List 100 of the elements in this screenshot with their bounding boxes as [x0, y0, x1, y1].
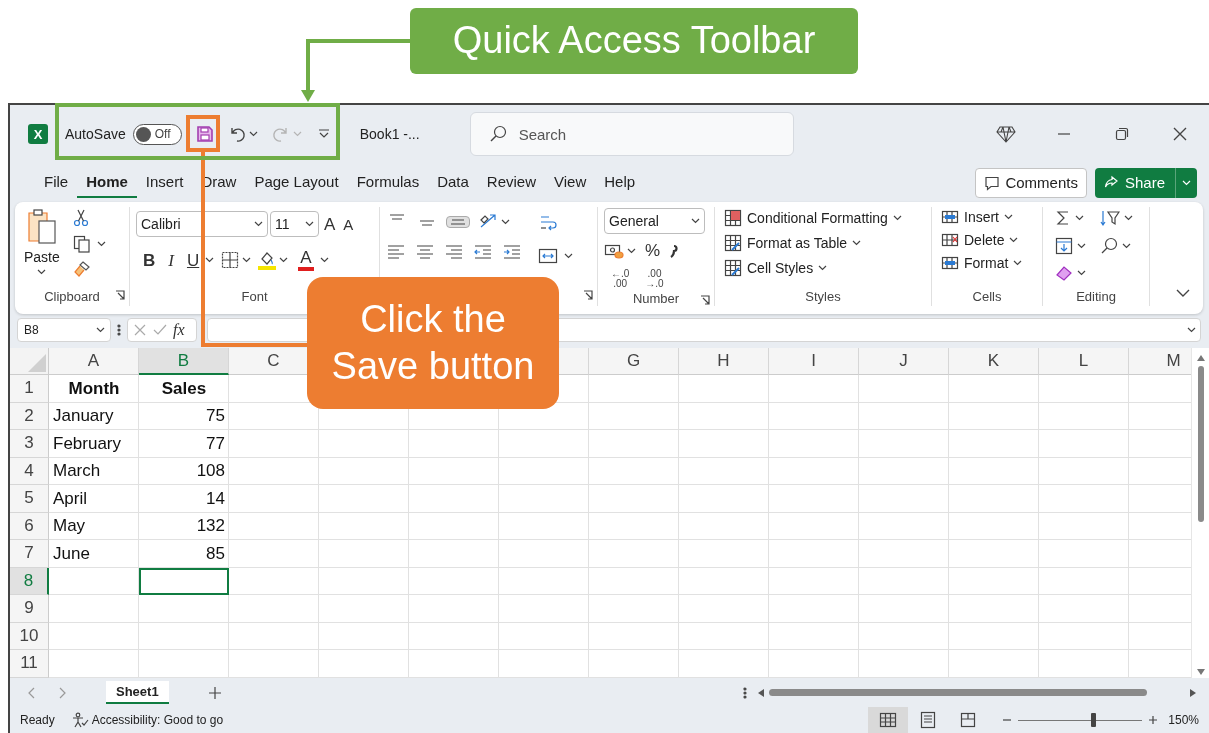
row-header[interactable]: 3	[10, 430, 49, 458]
scissors-icon[interactable]	[72, 209, 89, 227]
merge-icon[interactable]	[538, 247, 558, 265]
increase-decimal-button[interactable]: ←.0 .00	[608, 267, 633, 291]
dialog-launcher-icon[interactable]	[583, 290, 593, 300]
cells-command-button[interactable]: Format	[938, 253, 1026, 273]
caret-icon[interactable]	[1122, 243, 1131, 249]
borders-icon[interactable]	[221, 251, 240, 269]
number-format-dropdown[interactable]: General	[604, 208, 705, 234]
caret-icon[interactable]	[37, 269, 47, 275]
column-header[interactable]: H	[679, 348, 769, 375]
more-options-icon[interactable]	[743, 685, 747, 700]
column-header[interactable]: M	[1129, 348, 1191, 375]
row-header[interactable]: 7	[10, 540, 49, 568]
menu-tab[interactable]: Page Layout	[245, 167, 348, 198]
decrease-decimal-button[interactable]: .00 →.0	[642, 267, 667, 291]
customize-icon[interactable]	[317, 128, 330, 140]
save-icon[interactable]	[195, 125, 214, 143]
accessibility-icon[interactable]	[70, 712, 89, 728]
scroll-left-icon[interactable]	[757, 687, 765, 698]
menu-tab[interactable]: File	[35, 167, 78, 198]
caret-icon[interactable]	[319, 257, 329, 263]
row-header[interactable]: 9	[10, 595, 49, 623]
dialog-launcher-icon[interactable]	[115, 290, 125, 300]
menu-tab[interactable]: Review	[477, 167, 546, 198]
eraser-icon[interactable]	[1055, 265, 1073, 281]
fill-color-icon[interactable]	[258, 250, 277, 270]
caret-icon[interactable]	[205, 257, 215, 263]
menu-tab[interactable]: Help	[595, 167, 645, 198]
italic-button[interactable]: I	[165, 249, 177, 271]
column-header[interactable]: K	[949, 348, 1039, 375]
caret-icon[interactable]	[242, 257, 252, 263]
restore-icon[interactable]	[1115, 127, 1129, 141]
column-header[interactable]: B	[139, 348, 229, 375]
share-button[interactable]: Share	[1094, 167, 1197, 198]
caret-icon[interactable]	[1077, 270, 1086, 276]
style-command-button[interactable]: Format as Table	[721, 232, 865, 254]
menu-tab[interactable]: Insert	[136, 167, 193, 198]
row-header[interactable]: 10	[10, 622, 49, 650]
caret-icon[interactable]	[564, 253, 573, 259]
caret-icon[interactable]	[1004, 214, 1013, 220]
wrap-text-icon[interactable]	[538, 213, 558, 233]
increase-font-button[interactable]: A	[321, 213, 339, 235]
caret-icon[interactable]	[279, 257, 289, 263]
slider-thumb[interactable]	[1090, 713, 1096, 727]
fill-down-icon[interactable]	[1055, 237, 1073, 255]
caret-icon[interactable]	[818, 265, 828, 271]
decrease-font-button[interactable]: A	[340, 214, 357, 234]
align-left-icon[interactable]	[386, 243, 406, 261]
caret-icon[interactable]	[1009, 237, 1019, 243]
comments-button[interactable]: Comments	[975, 167, 1087, 198]
scroll-up-icon[interactable]	[1195, 354, 1206, 362]
row-header[interactable]: 4	[10, 457, 49, 485]
menu-tab[interactable]: Formulas	[347, 167, 429, 198]
menu-tab[interactable]: View	[545, 167, 596, 198]
font-color-button[interactable]: A	[295, 247, 317, 273]
increase-indent-icon[interactable]	[502, 243, 522, 261]
style-command-button[interactable]: Cell Styles	[721, 257, 831, 279]
column-header[interactable]: G	[589, 348, 679, 375]
column-header[interactable]: J	[859, 348, 949, 375]
caret-icon[interactable]	[305, 221, 314, 227]
format-painter-icon[interactable]	[72, 261, 91, 277]
caret-icon[interactable]	[1013, 260, 1023, 266]
caret-icon[interactable]	[691, 218, 700, 224]
view-button[interactable]	[868, 707, 909, 733]
zoom-in-icon[interactable]	[1148, 715, 1159, 725]
style-command-button[interactable]: Conditional Formatting	[721, 207, 905, 229]
autosave-toggle[interactable]: Off	[132, 123, 182, 145]
name-box[interactable]: B8	[17, 318, 111, 342]
scroll-down-icon[interactable]	[1195, 668, 1206, 676]
sort-filter-icon[interactable]	[1100, 209, 1120, 227]
caret-icon[interactable]	[254, 221, 263, 227]
caret-icon[interactable]	[1077, 243, 1086, 249]
align-bottom-button[interactable]	[446, 216, 470, 228]
close-icon[interactable]	[1173, 127, 1187, 141]
row-header[interactable]: 6	[10, 512, 49, 540]
copy-icon[interactable]	[72, 235, 91, 253]
underline-button[interactable]: U	[183, 249, 203, 271]
add-sheet-icon[interactable]	[208, 686, 221, 699]
align-right-icon[interactable]	[444, 243, 464, 261]
cells-command-button[interactable]: Insert	[938, 207, 1016, 227]
menu-tab[interactable]: Home	[77, 167, 137, 198]
row-header[interactable]: 1	[10, 375, 49, 403]
dialog-launcher-icon[interactable]	[700, 295, 710, 305]
caret-icon[interactable]	[96, 241, 106, 247]
menu-tab[interactable]: Data	[428, 167, 478, 198]
row-header[interactable]: 2	[10, 402, 49, 430]
scroll-right-icon[interactable]	[1189, 687, 1197, 698]
accessibility-status[interactable]: Accessibility: Good to go	[91, 713, 224, 727]
caret-icon[interactable]	[1075, 215, 1084, 221]
sheet-tab[interactable]: Sheet1	[106, 681, 169, 704]
caret-icon[interactable]	[501, 219, 510, 225]
more-options-icon[interactable]	[117, 323, 121, 337]
column-header[interactable]: L	[1039, 348, 1129, 375]
scrollbar-thumb[interactable]	[769, 689, 1147, 696]
caret-icon[interactable]	[627, 247, 636, 254]
caret-icon[interactable]	[96, 327, 105, 333]
search-field[interactable]: Search	[469, 112, 794, 156]
insert-function-button[interactable]: fx	[173, 322, 185, 338]
caret-icon[interactable]	[1124, 215, 1133, 221]
